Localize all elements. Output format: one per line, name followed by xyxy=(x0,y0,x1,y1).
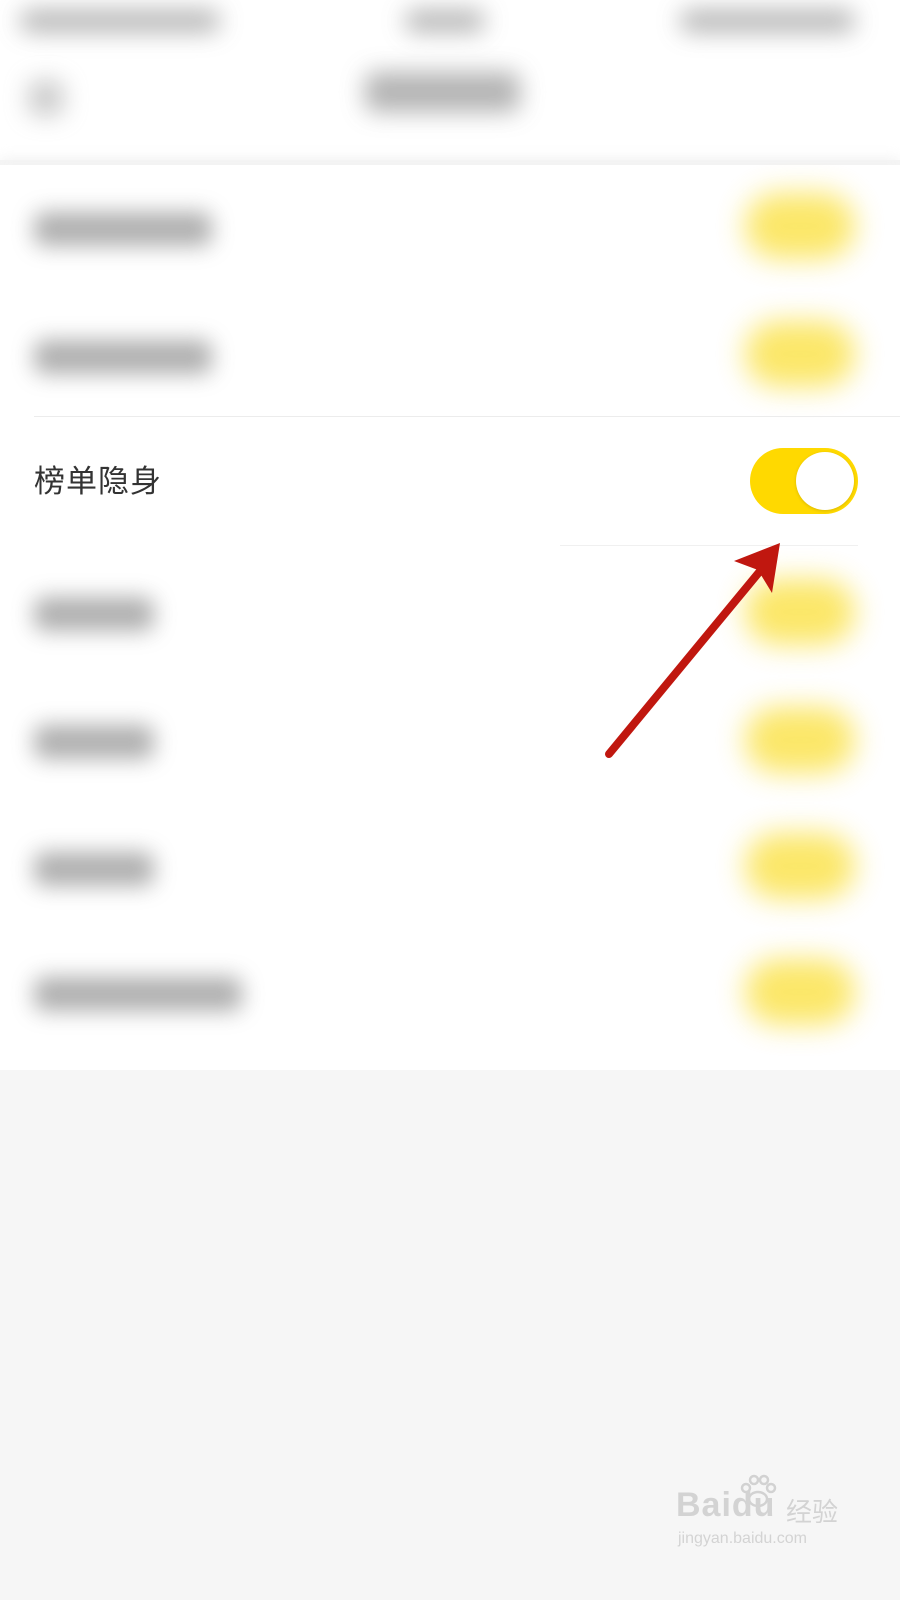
page-title-blurred xyxy=(365,72,520,112)
leaderboard-invisible-label: 榜单隐身 xyxy=(34,464,162,500)
watermark-url: jingyan.baidu.com xyxy=(678,1530,807,1547)
setting-label-blurred xyxy=(34,852,154,886)
toggle-switch-blurred[interactable] xyxy=(745,959,855,1025)
setting-row-blurred-2[interactable] xyxy=(0,293,900,421)
watermark-brand: Baidu xyxy=(676,1486,776,1524)
baidu-jingyan-watermark: Baidu 经验 jingyan.baidu.com xyxy=(676,1474,856,1558)
setting-row-blurred-6[interactable] xyxy=(0,933,900,1061)
toggle-switch-blurred[interactable] xyxy=(745,833,855,899)
status-bar-center-blurred xyxy=(405,10,485,32)
status-bar xyxy=(0,0,900,60)
setting-label-blurred xyxy=(34,340,212,374)
setting-label-blurred xyxy=(34,212,212,246)
setting-row-blurred-3[interactable] xyxy=(0,549,900,677)
app-screen: 榜单隐身 Baidu 经验 jingyan.baidu.com xyxy=(0,0,900,1600)
toggle-switch-blurred[interactable] xyxy=(745,707,855,773)
toggle-knob xyxy=(796,452,854,510)
setting-label-blurred xyxy=(34,597,154,631)
status-bar-right-blurred xyxy=(680,10,855,32)
status-bar-left-blurred xyxy=(20,10,220,32)
setting-row-blurred-4[interactable] xyxy=(0,677,900,805)
settings-list xyxy=(0,165,900,1070)
toggle-switch-blurred[interactable] xyxy=(745,579,855,645)
nav-bar xyxy=(0,60,900,160)
back-button[interactable] xyxy=(28,80,64,116)
setting-label-blurred xyxy=(34,977,242,1011)
row-divider xyxy=(560,545,858,546)
watermark-product: 经验 xyxy=(786,1498,839,1528)
setting-row-blurred-1[interactable] xyxy=(0,165,900,293)
toggle-switch-blurred[interactable] xyxy=(745,193,855,259)
toggle-switch-blurred[interactable] xyxy=(745,321,855,387)
setting-row-blurred-5[interactable] xyxy=(0,805,900,933)
leaderboard-invisible-toggle[interactable] xyxy=(750,448,858,514)
setting-label-blurred xyxy=(34,725,154,759)
section-divider xyxy=(34,416,900,417)
